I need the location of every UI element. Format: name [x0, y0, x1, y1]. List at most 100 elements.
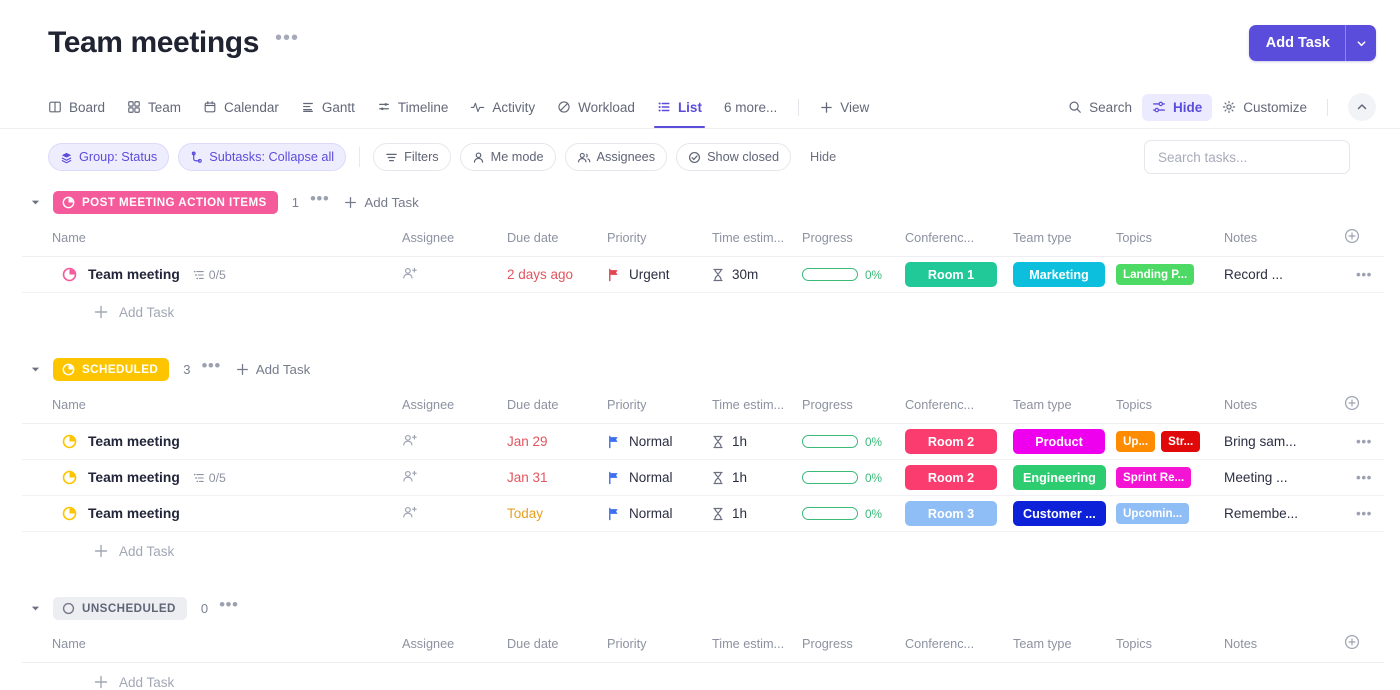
column-header-priority[interactable]: Priority	[607, 625, 712, 663]
column-header-name[interactable]: Name	[22, 625, 402, 663]
column-header-team-type[interactable]: Team type	[1013, 386, 1116, 424]
cell-topics[interactable]: Up... Str...	[1116, 423, 1224, 460]
column-header-progress[interactable]: Progress	[802, 625, 905, 663]
tab-calendar[interactable]: Calendar	[192, 86, 290, 128]
group-status-pill[interactable]: UNSCHEDULED	[53, 596, 187, 620]
filters-chip[interactable]: Filters	[373, 143, 451, 171]
row-options-icon[interactable]: •••	[1344, 495, 1384, 532]
column-header-assignee[interactable]: Assignee	[402, 219, 507, 257]
cell-team-type[interactable]: Marketing	[1013, 256, 1116, 293]
tab-workload[interactable]: Workload	[546, 86, 646, 128]
group-options-icon[interactable]: •••	[201, 357, 220, 377]
column-header-topics[interactable]: Topics	[1116, 386, 1224, 424]
column-header-due-date[interactable]: Due date	[507, 625, 607, 663]
customize-button[interactable]: Customize	[1212, 94, 1317, 121]
group-options-icon[interactable]: •••	[219, 596, 238, 616]
cell-name[interactable]: Team meeting 0/5	[22, 459, 402, 496]
assignees-chip[interactable]: Assignees	[564, 143, 668, 171]
column-header-priority[interactable]: Priority	[607, 386, 712, 424]
cell-assignee[interactable]	[402, 495, 507, 532]
cell-conference[interactable]: Room 3	[905, 495, 1013, 532]
add-assignee-icon[interactable]	[402, 266, 418, 281]
cell-notes[interactable]: Meeting ...	[1224, 459, 1344, 496]
show-closed-chip[interactable]: Show closed	[676, 143, 792, 171]
column-header-notes[interactable]: Notes	[1224, 386, 1344, 424]
column-header-time-estimate[interactable]: Time estim...	[712, 625, 802, 663]
cell-priority[interactable]: Normal	[607, 423, 712, 460]
search-tasks-box[interactable]	[1144, 140, 1350, 174]
add-assignee-icon[interactable]	[402, 433, 418, 448]
cell-time-estimate[interactable]: 1h	[712, 495, 802, 532]
cell-progress[interactable]: 0%	[802, 256, 905, 293]
table-row[interactable]: Team meeting 0/5 2 days ago Urgent 30m 0…	[22, 256, 1384, 293]
cell-conference[interactable]: Room 2	[905, 459, 1013, 496]
add-task-row[interactable]: Add Task	[22, 293, 1350, 331]
group-collapse-caret-icon[interactable]	[25, 364, 45, 375]
cell-conference[interactable]: Room 1	[905, 256, 1013, 293]
column-header-assignee[interactable]: Assignee	[402, 625, 507, 663]
tab-gantt[interactable]: Gantt	[290, 86, 366, 128]
cell-due-date[interactable]: Jan 29	[507, 423, 607, 460]
me-mode-chip[interactable]: Me mode	[459, 143, 556, 171]
add-column-button[interactable]	[1344, 386, 1384, 424]
group-status-pill[interactable]: POST MEETING ACTION ITEMS	[53, 190, 278, 214]
column-header-progress[interactable]: Progress	[802, 386, 905, 424]
cell-priority[interactable]: Urgent	[607, 256, 712, 293]
column-header-assignee[interactable]: Assignee	[402, 386, 507, 424]
tab-more-views[interactable]: 6 more...	[713, 86, 788, 128]
add-assignee-icon[interactable]	[402, 469, 418, 484]
title-options-icon[interactable]: •••	[275, 28, 299, 53]
collapse-toolbar-button[interactable]	[1348, 93, 1376, 121]
cell-time-estimate[interactable]: 1h	[712, 423, 802, 460]
cell-topics[interactable]: Landing P...	[1116, 256, 1224, 293]
add-assignee-icon[interactable]	[402, 505, 418, 520]
hide-chip[interactable]: Hide	[800, 143, 846, 171]
row-options-icon[interactable]: •••	[1344, 459, 1384, 496]
column-header-time-estimate[interactable]: Time estim...	[712, 386, 802, 424]
add-task-row[interactable]: Add Task	[22, 663, 1350, 690]
group-collapse-caret-icon[interactable]	[25, 197, 45, 208]
cell-progress[interactable]: 0%	[802, 495, 905, 532]
column-header-due-date[interactable]: Due date	[507, 219, 607, 257]
column-header-topics[interactable]: Topics	[1116, 625, 1224, 663]
group-collapse-caret-icon[interactable]	[25, 603, 45, 614]
task-status-icon[interactable]	[62, 506, 77, 521]
cell-priority[interactable]: Normal	[607, 459, 712, 496]
tab-list[interactable]: List	[646, 86, 713, 128]
column-header-priority[interactable]: Priority	[607, 219, 712, 257]
column-header-conference[interactable]: Conferenc...	[905, 219, 1013, 257]
cell-notes[interactable]: Bring sam...	[1224, 423, 1344, 460]
table-row[interactable]: Team meeting Jan 29 Normal 1h 0% Room 2 …	[22, 423, 1384, 460]
group-add-task-button[interactable]: Add Task	[236, 362, 310, 377]
cell-notes[interactable]: Record ...	[1224, 256, 1344, 293]
column-header-conference[interactable]: Conferenc...	[905, 386, 1013, 424]
task-status-icon[interactable]	[62, 470, 77, 485]
cell-progress[interactable]: 0%	[802, 423, 905, 460]
cell-name[interactable]: Team meeting	[22, 495, 402, 532]
column-header-conference[interactable]: Conferenc...	[905, 625, 1013, 663]
cell-name[interactable]: Team meeting	[22, 423, 402, 460]
column-header-progress[interactable]: Progress	[802, 219, 905, 257]
add-column-button[interactable]	[1344, 219, 1384, 257]
column-header-time-estimate[interactable]: Time estim...	[712, 219, 802, 257]
cell-progress[interactable]: 0%	[802, 459, 905, 496]
tab-timeline[interactable]: Timeline	[366, 86, 460, 128]
row-options-icon[interactable]: •••	[1344, 256, 1384, 293]
group-status-pill[interactable]: SCHEDULED	[53, 357, 170, 381]
cell-name[interactable]: Team meeting 0/5	[22, 256, 402, 293]
tab-team[interactable]: Team	[116, 86, 192, 128]
cell-notes[interactable]: Remembe...	[1224, 495, 1344, 532]
column-header-due-date[interactable]: Due date	[507, 386, 607, 424]
search-input[interactable]	[1158, 149, 1336, 165]
column-header-notes[interactable]: Notes	[1224, 219, 1344, 257]
cell-team-type[interactable]: Customer ...	[1013, 495, 1116, 532]
task-status-icon[interactable]	[62, 434, 77, 449]
cell-team-type[interactable]: Product	[1013, 423, 1116, 460]
cell-team-type[interactable]: Engineering	[1013, 459, 1116, 496]
cell-time-estimate[interactable]: 1h	[712, 459, 802, 496]
add-view-button[interactable]: View	[809, 86, 880, 128]
column-header-notes[interactable]: Notes	[1224, 625, 1344, 663]
search-button[interactable]: Search	[1058, 94, 1142, 121]
add-task-button[interactable]: Add Task	[1248, 25, 1376, 61]
cell-conference[interactable]: Room 2	[905, 423, 1013, 460]
